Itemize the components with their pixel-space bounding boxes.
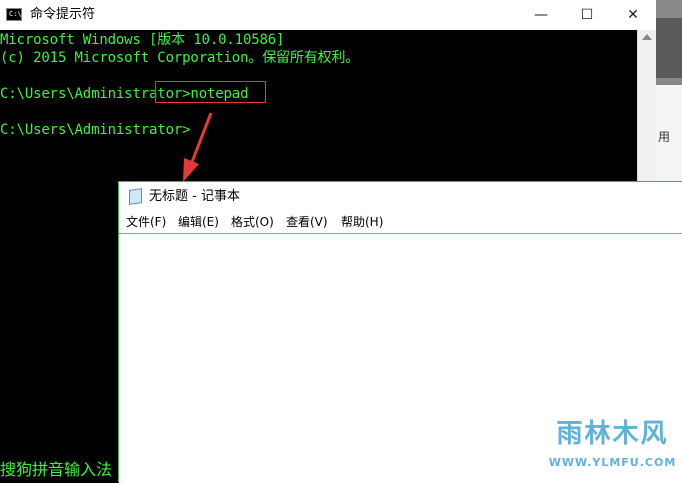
scroll-up-arrow-icon[interactable]: [642, 34, 652, 40]
menu-edit[interactable]: 编辑(E): [178, 214, 219, 230]
close-button[interactable]: ✕: [610, 0, 656, 30]
notepad-menubar: 文件(F) 编辑(E) 格式(O) 查看(V) 帮助(H): [119, 211, 682, 233]
console-line-prompt: C:\Users\Administrator>: [0, 122, 191, 138]
menu-format[interactable]: 格式(O): [231, 214, 274, 230]
ime-status: 搜狗拼音输入法: [0, 460, 113, 479]
cmd-window-title: 命令提示符: [30, 7, 96, 22]
menu-help[interactable]: 帮助(H): [341, 214, 383, 230]
maximize-button[interactable]: ☐: [564, 0, 610, 30]
watermark-name: 雨林木风: [556, 419, 669, 449]
notepad-titlebar[interactable]: 无标题 - 记事本: [119, 182, 682, 211]
menu-file[interactable]: 文件(F): [126, 214, 166, 230]
console-line-copyright: (c) 2015 Microsoft Corporation。保留所有权利。: [0, 50, 360, 66]
cmd-titlebar[interactable]: C:\ 命令提示符 — ☐ ✕: [0, 0, 656, 30]
console-line-version: Microsoft Windows [版本 10.0.10586]: [0, 32, 285, 48]
notepad-window-title: 无标题 - 记事本: [149, 189, 240, 204]
watermark-logo: 雨林木风 WWW.YLMFU.COM: [545, 414, 680, 480]
command-highlight-box: [155, 81, 266, 103]
background-image-dark: [656, 18, 682, 78]
cmd-app-icon: C:\: [6, 8, 22, 21]
notepad-app-icon: [129, 188, 142, 205]
minimize-button[interactable]: —: [518, 0, 564, 30]
menu-view[interactable]: 查看(V): [286, 214, 328, 230]
watermark-url: WWW.YLMFU.COM: [548, 456, 677, 469]
background-partial-text: 用: [658, 130, 671, 144]
